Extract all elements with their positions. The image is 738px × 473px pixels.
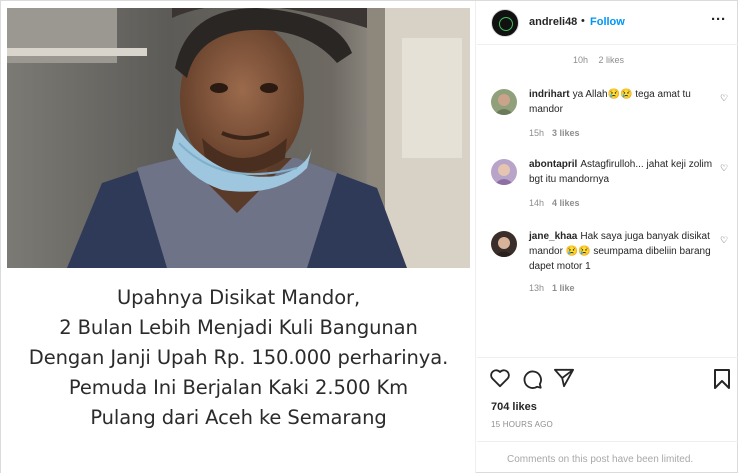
caption-line: Dengan Janji Upah Rp. 150.000 perharinya… [28, 346, 449, 369]
comment-username[interactable]: abontapril [529, 159, 577, 170]
follow-button[interactable]: Follow [590, 16, 625, 28]
comment-likes[interactable]: 2 likes [599, 55, 625, 65]
comments-limited-notice: Comments on this post have been limited. [477, 441, 738, 473]
commenter-avatar[interactable] [491, 159, 517, 185]
post-timestamp[interactable]: 15 HOURS AGO [491, 420, 553, 429]
comment-text-block: indrihart ya Allah😢😢 tega amat tu mandor [529, 87, 719, 117]
caption-line: Pemuda Ini Berjalan Kaki 2.500 Km [68, 376, 409, 399]
comment-heart-icon[interactable]: ♡ [720, 163, 728, 174]
more-options-icon[interactable]: ··· [711, 11, 726, 28]
bookmark-icon[interactable] [713, 368, 731, 395]
post-side-panel: andreli48 • Follow ··· 10h 2 likes indri… [477, 1, 738, 473]
comments-limited-text: Comments on this post have been limited. [507, 454, 694, 465]
post-header: andreli48 • Follow ··· [477, 1, 738, 45]
man-portrait-image [7, 8, 470, 268]
post-photo[interactable] [7, 8, 470, 268]
comment-time: 14h [529, 198, 545, 208]
share-icon[interactable] [553, 368, 575, 393]
comment-likes[interactable]: 3 likes [552, 128, 580, 138]
comment-meta: 15h 3 likes [529, 128, 580, 138]
avatar-image [491, 159, 517, 185]
comment-time: 15h [529, 128, 545, 138]
comment-text-block: abontapril Astagfirulloh... jahat keji zo… [529, 157, 719, 187]
comment-text-block: jane_khaa Hak saya juga banyak disikat ma… [529, 229, 719, 274]
avatar-image [491, 89, 517, 115]
avatar-image [491, 231, 517, 257]
comment-meta: 14h 4 likes [529, 198, 580, 208]
caption-line: Pulang dari Aceh ke Semarang [90, 406, 387, 429]
commenter-avatar[interactable] [491, 89, 517, 115]
comment-icon[interactable] [521, 368, 543, 395]
separator-dot: • [581, 15, 585, 27]
comment-time: 13h [529, 283, 545, 293]
previous-comment-meta: 10h 2 likes [573, 55, 632, 65]
comment-heart-icon[interactable]: ♡ [720, 235, 728, 246]
author-avatar[interactable] [491, 9, 519, 37]
comment-username[interactable]: indrihart [529, 89, 570, 100]
caption-line: 2 Bulan Lebih Menjadi Kuli Bangunan [59, 316, 418, 339]
likes-count[interactable]: 704 likes [491, 401, 537, 413]
comment-heart-icon[interactable]: ♡ [720, 93, 728, 104]
comment-likes[interactable]: 1 like [552, 283, 575, 293]
caption-line: Upahnya Disikat Mandor, [116, 286, 361, 309]
comment-meta: 13h 1 like [529, 283, 575, 293]
commenter-avatar[interactable] [491, 231, 517, 257]
post-caption: Upahnya Disikat Mandor, 2 Bulan Lebih Me… [1, 283, 476, 433]
author-username[interactable]: andreli48 [529, 16, 577, 28]
heart-icon[interactable] [489, 368, 511, 393]
instagram-post: Upahnya Disikat Mandor, 2 Bulan Lebih Me… [0, 0, 738, 473]
comment-username[interactable]: jane_khaa [529, 231, 577, 242]
comment-likes[interactable]: 4 likes [552, 198, 580, 208]
post-media: Upahnya Disikat Mandor, 2 Bulan Lebih Me… [1, 1, 476, 473]
post-actions [477, 357, 738, 397]
comment-time: 10h [573, 55, 589, 65]
